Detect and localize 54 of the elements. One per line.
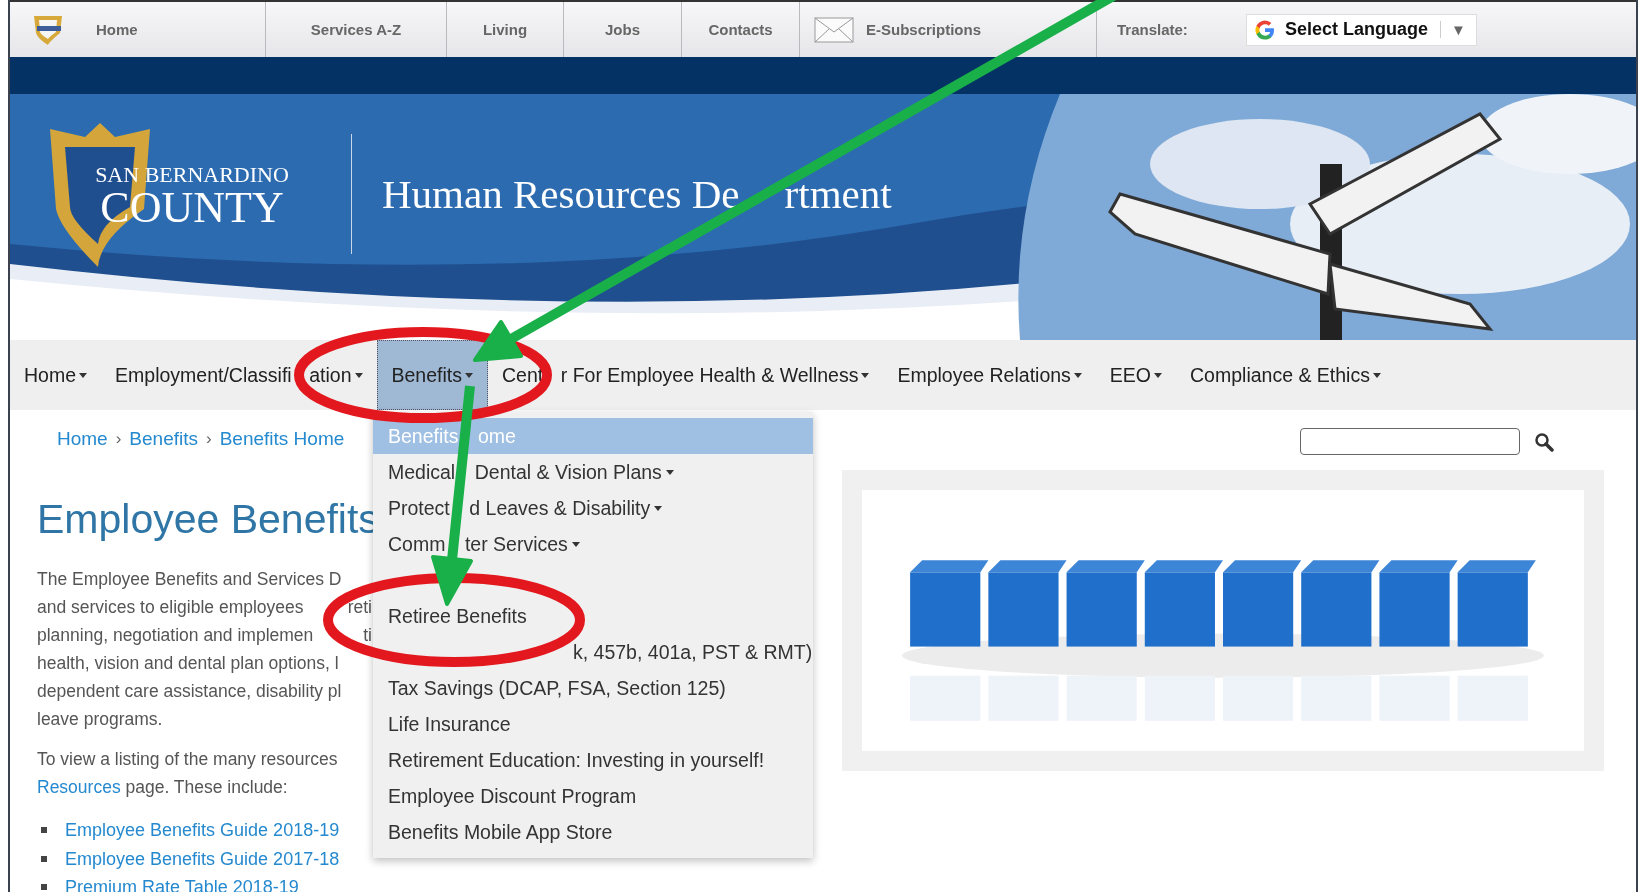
paragraph-text: leave programs. — [37, 708, 163, 731]
paragraph-text: health, vision and dental plan options, l — [37, 652, 339, 675]
department-title: Human Resources De — [382, 170, 740, 218]
top-nav-link[interactable]: Services A-Z — [310, 21, 402, 38]
breadcrumb-link[interactable]: Benefits — [129, 426, 198, 452]
bullet-icon — [41, 855, 47, 862]
breadcrumb-separator: › — [115, 428, 122, 450]
dropdown-item[interactable]: Medical Dental & Vision Plans — [373, 454, 813, 490]
nav-menu-item[interactable]: Employment/Classifi ation — [101, 340, 377, 410]
top-nav-link[interactable]: Jobs — [605, 21, 640, 38]
nav-menu-item[interactable]: EEO — [1095, 340, 1177, 410]
paragraph-text: reti — [347, 596, 372, 619]
nav-menu-item[interactable]: Benefits — [376, 340, 488, 410]
search-icon[interactable] — [1534, 431, 1554, 452]
document-link[interactable]: Employee Benefits Guide 2017-18 — [65, 844, 340, 873]
bullet-icon — [41, 827, 47, 834]
nav-menu-item[interactable]: Cent r For Employee Health & Wellness — [488, 340, 884, 410]
caret-icon — [79, 372, 88, 378]
caret-icon — [1073, 372, 1082, 378]
top-nav-link[interactable]: Living — [482, 21, 528, 38]
top-nav-link[interactable]: Home — [96, 21, 138, 38]
caret-icon — [1372, 372, 1381, 378]
translate-label: Translate: — [1117, 21, 1188, 38]
dropdown-item[interactable]: Benefits Mobile App Store — [373, 814, 813, 850]
dropdown-item[interactable]: Life Insurance — [373, 706, 813, 742]
paragraph-text: dependent care assistance, disability pl — [37, 680, 342, 703]
paragraph-text: and services to eligible employees — [37, 596, 304, 619]
document-link[interactable]: Employee Benefits Guide 2018-19 — [65, 816, 340, 845]
paragraph-text: ti — [363, 624, 372, 647]
search-field[interactable] — [1300, 428, 1520, 455]
paragraph-text: planning, negotiation and implemen — [37, 624, 314, 647]
paragraph-text: To view a listing of the many resources — [37, 748, 338, 771]
dropdown-item[interactable]: k, 457b, 401a, PST & RMT) — [373, 634, 813, 670]
top-nav-link[interactable]: E-Subscriptions — [866, 21, 981, 38]
breadcrumb-link[interactable]: Benefits Home — [219, 426, 345, 452]
top-nav-link[interactable]: Contacts — [708, 21, 773, 38]
caret-icon — [354, 372, 363, 378]
caret-icon — [1154, 372, 1163, 378]
nav-menu-item[interactable]: Employee Relations — [883, 340, 1096, 410]
dropdown-item[interactable]: Retirement Education: Investing in yourself! — [373, 742, 813, 778]
resources-link[interactable]: Resources — [37, 773, 121, 801]
caret-icon — [465, 372, 473, 378]
breadcrumb-link[interactable]: Home — [57, 426, 108, 452]
paragraph-text: page. These include: — [125, 776, 288, 799]
breadcrumb-separator: › — [206, 428, 212, 450]
caret-icon — [861, 372, 870, 378]
department-title: rtment — [784, 170, 892, 218]
dropdown-item[interactable]: Retiree Benefits — [373, 598, 813, 634]
dropdown-item[interactable]: Tax Savings (DCAP, FSA, Section 125) — [373, 670, 813, 706]
nav-menu-item[interactable]: Compliance & Ethics — [1176, 340, 1395, 410]
nav-menu-item[interactable]: Home — [10, 340, 102, 410]
dropdown-item[interactable]: Employee Discount Program — [373, 778, 813, 814]
paragraph-text: The Employee Benefits and Services D — [37, 568, 342, 591]
language-select[interactable]: Select Language ▼ — [1245, 13, 1477, 46]
